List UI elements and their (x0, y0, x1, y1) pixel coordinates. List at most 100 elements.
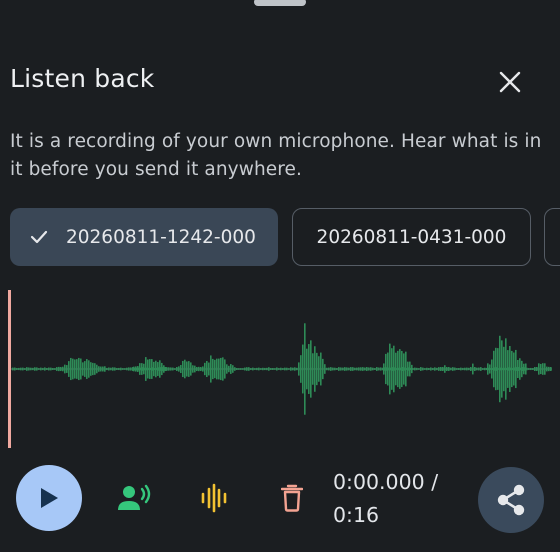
waveform-bar (224, 359, 226, 379)
waveform-bar (414, 367, 416, 371)
waveform-bar (290, 367, 292, 371)
waveform-bar (519, 358, 521, 380)
waveform-bar (356, 367, 358, 371)
waveform-bar (174, 368, 176, 370)
waveform-bar (114, 367, 116, 371)
waveform-bar (468, 367, 470, 371)
waveform-bar (214, 359, 216, 379)
share-button[interactable] (478, 467, 544, 533)
waveform-bar (139, 363, 141, 375)
waveform-bar (133, 366, 135, 372)
waveform-bar (42, 367, 44, 371)
waveform-panel[interactable] (0, 288, 560, 448)
waveform-bar (328, 367, 330, 371)
waveform-bar (18, 367, 20, 371)
waveform-bar (348, 367, 350, 371)
waveform-bar (368, 367, 370, 371)
waveform-bar (434, 367, 436, 371)
recording-chips: 20260811-1242-000 20260811-0431-000 (0, 208, 560, 266)
waveform-bar (536, 367, 538, 371)
waveform-bar (180, 364, 182, 374)
recording-chip[interactable]: 20260811-0431-000 (292, 208, 531, 266)
waveform-bar (411, 364, 413, 374)
waveform-bar (126, 367, 128, 371)
waveform-bar (474, 367, 476, 371)
waveform-bar (198, 366, 200, 372)
waveform-bar (517, 359, 519, 379)
waveform-bar (320, 352, 322, 386)
waveform-bar (476, 367, 478, 371)
waveform-bar (208, 362, 210, 376)
waveform-bar (38, 368, 40, 370)
waveform-bar (153, 361, 155, 377)
waveform-bar (149, 359, 151, 379)
waveform-bar (204, 362, 206, 376)
delete-button[interactable] (272, 478, 312, 518)
waveform-bar (294, 367, 296, 371)
waveform-bar (44, 367, 46, 371)
waveform-bar (326, 367, 328, 371)
waveform-bar (80, 358, 82, 380)
waveform-bar (242, 368, 244, 370)
waveform-bar (122, 368, 124, 370)
close-button[interactable] (494, 66, 526, 98)
drag-handle[interactable] (254, 0, 306, 6)
waveform-bar (422, 367, 424, 371)
play-button[interactable] (16, 465, 82, 531)
waveform-bar (157, 362, 159, 376)
waveform-button[interactable] (194, 478, 234, 518)
waveform-graph[interactable] (0, 288, 560, 448)
share-icon (497, 484, 525, 516)
waveform-bar (528, 368, 530, 370)
waveform-bar (497, 348, 499, 390)
waveform-bar (262, 367, 264, 371)
waveform-bar (493, 350, 495, 388)
waveform-bar (48, 367, 50, 371)
recording-chip-partial[interactable] (544, 208, 560, 266)
waveform-bar (244, 367, 246, 371)
waveform-bar (542, 363, 544, 375)
waveform-bar (268, 367, 270, 371)
waveform-bar (52, 367, 54, 371)
waveform-bar (60, 366, 62, 372)
waveform-bar (428, 367, 430, 371)
recording-chip-selected[interactable]: 20260811-1242-000 (10, 208, 278, 266)
waveform-bar (416, 367, 418, 371)
waveform-bar (246, 367, 248, 371)
waveform-bar (163, 365, 165, 373)
waveform-bar (346, 367, 348, 371)
waveform-bar (358, 367, 360, 371)
waveform-bar (372, 367, 374, 371)
waveform-bar (250, 368, 252, 370)
waveform-bar (292, 367, 294, 371)
current-position: 0:00.000 / (333, 470, 439, 494)
close-icon (499, 71, 521, 93)
waveform-bar (182, 360, 184, 378)
waveform-bar (480, 367, 482, 371)
waveform-bar (74, 359, 76, 379)
waveform-bar (370, 367, 372, 371)
waveform-bar (118, 367, 120, 371)
check-icon (30, 230, 48, 244)
waveform-bar (503, 346, 505, 392)
waveform-bar (380, 367, 382, 371)
waveform-bar (478, 367, 480, 371)
waveform-bar (401, 350, 403, 388)
waveform-bar (501, 340, 503, 398)
waveform-bar (56, 367, 58, 371)
waveform-bar (312, 353, 314, 385)
waveform-bar (284, 367, 286, 371)
waveform-bar (90, 362, 92, 376)
dialog-description: It is a recording of your own microphone… (10, 131, 542, 180)
waveform-bar (218, 358, 220, 380)
waveform-bar (509, 346, 511, 392)
waveform-bar (270, 368, 272, 370)
waveform-bar (452, 367, 454, 371)
voice-button[interactable] (115, 479, 155, 519)
waveform-bar (141, 363, 143, 375)
waveform-bar (391, 348, 393, 390)
waveform-bar (407, 361, 409, 377)
waveform-bar (137, 366, 139, 372)
waveform-bar (252, 367, 254, 371)
waveform-bar (487, 363, 489, 375)
